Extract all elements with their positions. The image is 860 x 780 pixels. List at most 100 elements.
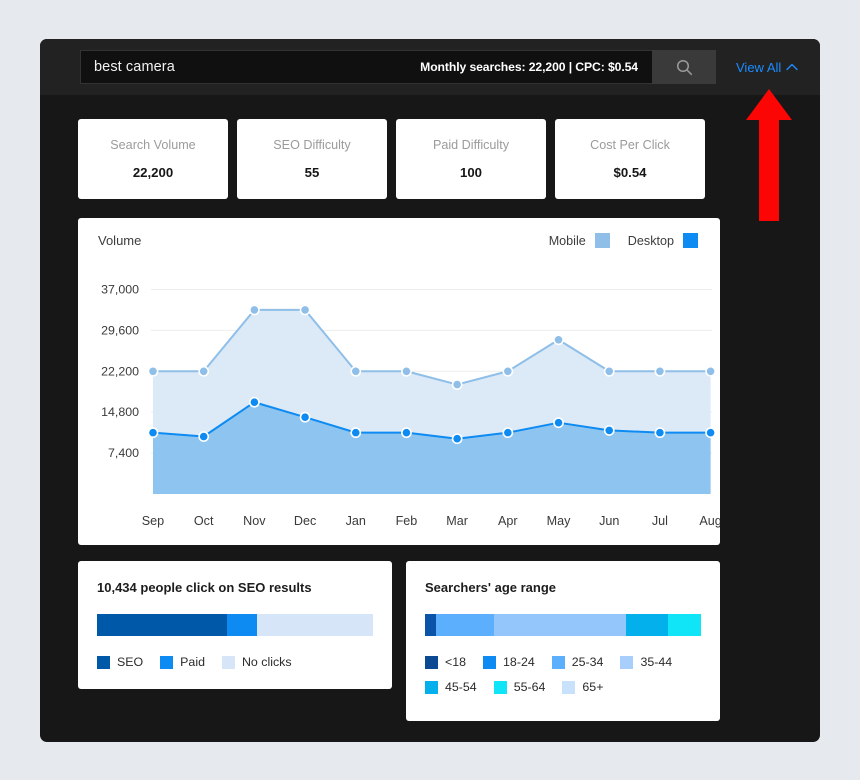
legend-label: 55-64 xyxy=(513,680,546,694)
x-axis-tick-label: Sep xyxy=(142,514,164,528)
data-point[interactable] xyxy=(401,427,412,439)
y-axis-tick-label: 37,000 xyxy=(101,282,139,296)
y-axis-tick-label: 14,800 xyxy=(101,405,139,419)
data-point[interactable] xyxy=(705,427,717,439)
data-point[interactable] xyxy=(451,379,463,390)
legend-label: 65+ xyxy=(582,680,604,694)
chart-title: Volume xyxy=(98,233,142,248)
legend-swatch xyxy=(483,655,497,669)
data-point[interactable] xyxy=(451,433,463,445)
x-axis-tick-label: Feb xyxy=(396,514,418,528)
legend-item[interactable]: 55-64 xyxy=(493,680,546,694)
data-point[interactable] xyxy=(654,427,666,439)
x-axis-tick-label: Jun xyxy=(599,514,619,528)
legend-item[interactable]: Paid xyxy=(160,655,205,669)
data-point[interactable] xyxy=(248,304,260,316)
metric-cards-row: Search Volume 22,200 SEO Difficulty 55 P… xyxy=(40,95,820,199)
legend-swatch xyxy=(562,680,576,694)
search-icon xyxy=(676,59,692,75)
legend-item[interactable]: 18-24 xyxy=(483,655,535,669)
legend-label: Paid xyxy=(180,655,205,669)
legend-item[interactable]: 35-44 xyxy=(620,655,672,669)
chart-plot-area[interactable]: 37,000 29,600 22,200 14,800 7,400 Sep Oct Nov De… xyxy=(78,264,720,545)
data-point[interactable] xyxy=(299,411,311,423)
metric-card-search-volume[interactable]: Search Volume 22,200 xyxy=(78,119,228,199)
view-all-link[interactable]: View All xyxy=(736,60,798,75)
y-axis-tick-label: 22,200 xyxy=(101,364,139,378)
search-input[interactable]: best camera xyxy=(94,59,175,75)
metric-value: 55 xyxy=(304,165,320,180)
legend-item[interactable]: <18 xyxy=(425,655,466,669)
data-point[interactable] xyxy=(198,431,210,442)
bar-segment[interactable] xyxy=(493,614,627,636)
bar-segment[interactable] xyxy=(667,614,701,636)
search-stats-text: Monthly searches: 22,200 | CPC: $0.54 xyxy=(420,60,638,74)
seo-legend: SEO Paid No clicks xyxy=(97,655,373,669)
x-axis-tick-label: Apr xyxy=(498,514,518,528)
data-point[interactable] xyxy=(147,365,159,377)
data-point[interactable] xyxy=(350,365,362,377)
age-range-card: Searchers' age range <18 18-24 25-34 35-44 4… xyxy=(406,561,720,721)
legend-swatch xyxy=(620,655,634,669)
data-point[interactable] xyxy=(603,425,615,436)
data-point[interactable] xyxy=(147,427,159,439)
x-axis-tick-label: Dec xyxy=(294,514,316,528)
bar-segment[interactable] xyxy=(97,614,227,636)
data-point[interactable] xyxy=(401,365,412,377)
age-range-stacked-bar[interactable] xyxy=(425,614,701,636)
seo-card-title: 10,434 people click on SEO results xyxy=(97,580,312,595)
search-field-container[interactable]: best camera Monthly searches: 22,200 | C… xyxy=(80,50,652,84)
legend-swatch xyxy=(493,680,507,694)
metric-value: $0.54 xyxy=(613,165,647,180)
metric-card-seo-difficulty[interactable]: SEO Difficulty 55 xyxy=(237,119,387,199)
age-legend: <18 18-24 25-34 35-44 45-54 55-64 65+ xyxy=(425,655,701,694)
metric-label: SEO Difficulty xyxy=(273,138,351,152)
data-point[interactable] xyxy=(705,365,717,377)
legend-item-mobile[interactable]: Mobile xyxy=(549,233,610,248)
legend-item[interactable]: SEO xyxy=(97,655,143,669)
legend-label: Mobile xyxy=(548,233,586,248)
seo-clicks-stacked-bar[interactable] xyxy=(97,614,373,636)
data-point[interactable] xyxy=(553,417,564,429)
screenshot-root: best camera Monthly searches: 22,200 | C… xyxy=(0,0,860,780)
data-point[interactable] xyxy=(299,304,311,316)
metric-label: Cost Per Click xyxy=(590,138,670,152)
metric-label: Paid Difficulty xyxy=(432,138,510,152)
data-point[interactable] xyxy=(502,427,514,439)
y-axis-tick-label: 7,400 xyxy=(108,446,139,460)
annotation-arrow-up-icon xyxy=(746,89,792,221)
data-point[interactable] xyxy=(654,365,666,377)
data-point[interactable] xyxy=(553,334,564,346)
bar-segment[interactable] xyxy=(257,614,373,636)
data-point[interactable] xyxy=(248,396,260,408)
bar-segment[interactable] xyxy=(226,614,258,636)
legend-item[interactable]: 25-34 xyxy=(551,655,604,669)
data-point[interactable] xyxy=(350,427,362,439)
data-point[interactable] xyxy=(502,365,514,377)
legend-label: 25-34 xyxy=(571,655,604,669)
bar-segment[interactable] xyxy=(425,614,437,636)
legend-swatch xyxy=(425,655,438,669)
data-point[interactable] xyxy=(603,365,615,377)
age-card-title: Searchers' age range xyxy=(425,580,556,595)
volume-chart-card: Volume Mobile Desktop 37,000 29,600 22,200… xyxy=(78,218,720,545)
bar-segment[interactable] xyxy=(626,614,668,636)
legend-item-desktop[interactable]: Desktop xyxy=(628,233,698,248)
view-all-label: View All xyxy=(736,59,782,75)
search-button[interactable] xyxy=(652,50,716,84)
legend-item[interactable]: No clicks xyxy=(221,655,292,669)
metric-card-cost-per-click[interactable]: Cost Per Click $0.54 xyxy=(555,119,705,199)
x-axis-tick-label: Aug xyxy=(699,514,720,528)
metric-card-paid-difficulty[interactable]: Paid Difficulty 100 xyxy=(396,119,546,199)
legend-label: 35-44 xyxy=(640,655,673,669)
legend-swatch-mobile xyxy=(594,233,610,248)
legend-item[interactable]: 65+ xyxy=(562,680,603,694)
legend-item[interactable]: 45-54 xyxy=(425,680,477,694)
x-axis-tick-label: Nov xyxy=(243,514,266,528)
chart-legend: Mobile Desktop xyxy=(549,233,698,248)
x-axis-tick-label: Mar xyxy=(446,514,468,528)
x-axis-tick-label: Oct xyxy=(194,514,214,528)
data-point[interactable] xyxy=(198,365,210,377)
bar-segment[interactable] xyxy=(436,614,494,636)
legend-swatch xyxy=(425,680,438,694)
